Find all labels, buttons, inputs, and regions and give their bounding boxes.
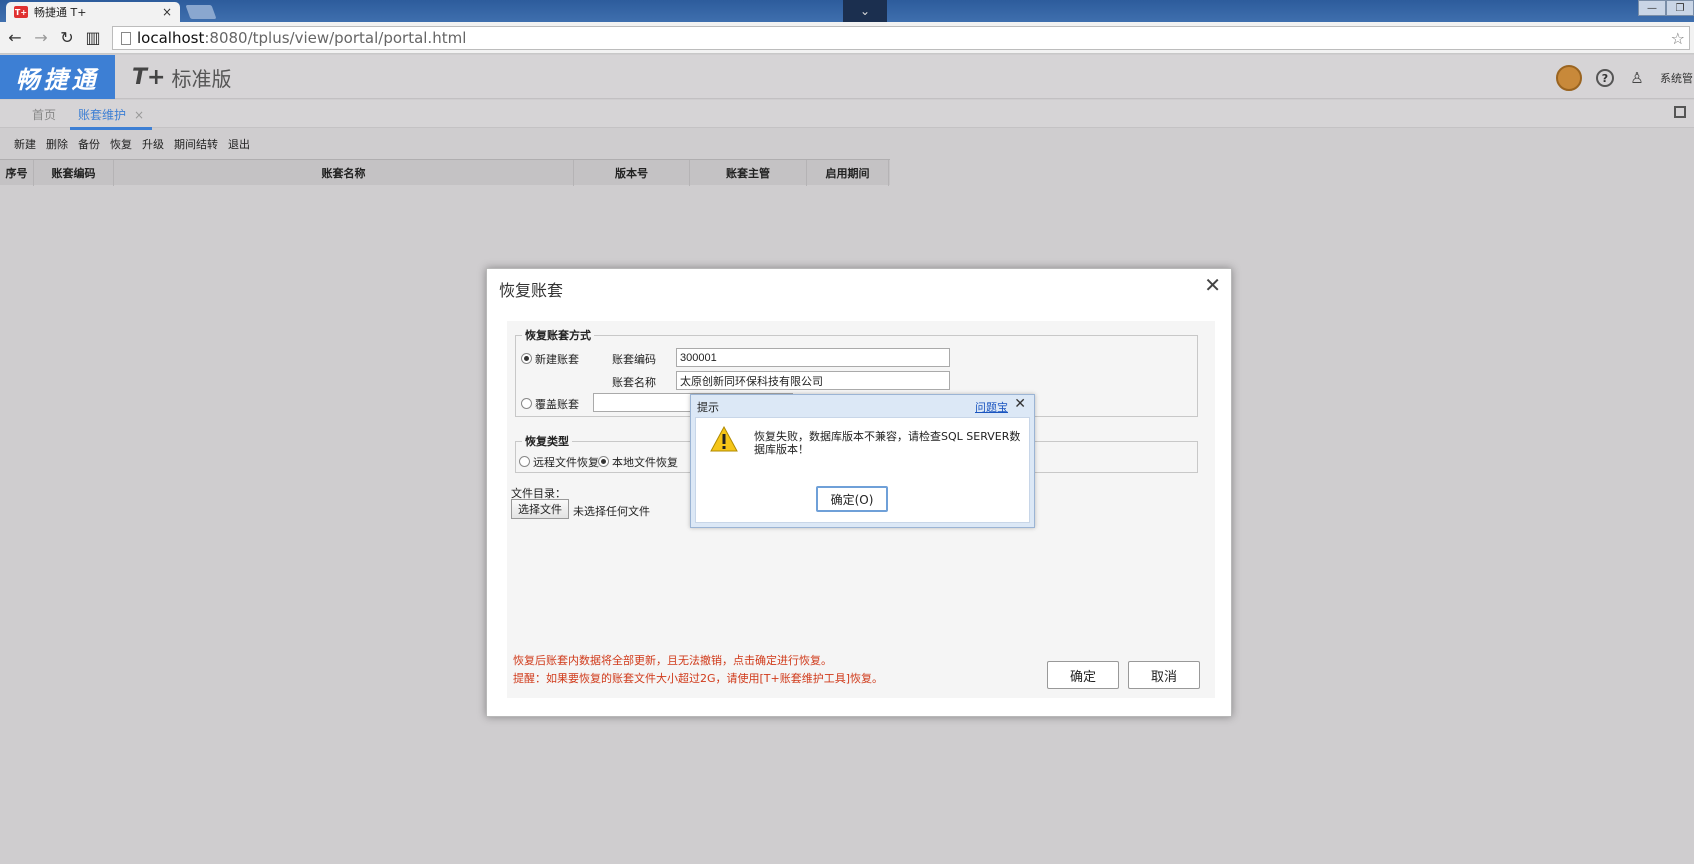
- remote-restore-label: 远程文件恢复: [533, 456, 599, 469]
- upgrade-button[interactable]: 升级: [142, 136, 164, 152]
- alert-help-link[interactable]: 问题宝: [975, 399, 1008, 415]
- dialog-title: 恢复账套: [499, 281, 564, 300]
- restore-mode-title: 恢复账套方式: [525, 329, 591, 342]
- size-reminder-note: 提醒：如果要恢复的账套文件大小超过2G，请使用[T+账套维护工具]恢复。: [513, 672, 884, 685]
- restore-warning-note: 恢复后账套内数据将全部更新，且无法撤销，点击确定进行恢复。: [513, 654, 832, 667]
- brand-logo: 畅捷通: [0, 55, 115, 99]
- alert-close-icon[interactable]: ✕: [1014, 396, 1026, 412]
- radio-selected-icon: [598, 456, 609, 467]
- url-path: :8080/tplus/view/portal/portal.html: [204, 29, 467, 47]
- user-icon[interactable]: ♙: [1628, 69, 1646, 87]
- column-header-name[interactable]: 账套名称: [114, 160, 574, 186]
- app-favicon-icon: T+: [14, 6, 28, 18]
- period-carryover-button[interactable]: 期间结转: [174, 136, 218, 152]
- reload-icon[interactable]: ↻: [56, 28, 78, 47]
- restore-type-title: 恢复类型: [525, 435, 569, 448]
- header-actions: ? ♙ 系统管: [1556, 65, 1694, 91]
- local-restore-label: 本地文件恢复: [612, 456, 678, 469]
- url-host: localhost: [137, 29, 205, 47]
- dialog-ok-button[interactable]: 确定: [1047, 661, 1119, 689]
- radio-selected-icon: [521, 353, 532, 364]
- alert-body: 恢复失败，数据库版本不兼容，请检查SQL SERVER数据库版本！ 确定(O): [695, 417, 1030, 523]
- bookmark-star-icon[interactable]: ☆: [1671, 29, 1685, 48]
- radio-remote-restore[interactable]: 远程文件恢复: [519, 454, 599, 470]
- radio-unselected-icon: [521, 398, 532, 409]
- radio-new-account[interactable]: 新建账套: [521, 351, 579, 367]
- back-arrow-icon[interactable]: ←: [4, 28, 26, 47]
- restore-icon[interactable]: ❐: [1666, 0, 1694, 16]
- fullscreen-icon[interactable]: [1674, 106, 1686, 118]
- tab-account-maintenance[interactable]: 账套维护 ×: [70, 106, 153, 130]
- tab-close-icon[interactable]: ×: [134, 108, 144, 122]
- alert-ok-button[interactable]: 确定(O): [816, 486, 888, 512]
- backup-button[interactable]: 备份: [78, 136, 100, 152]
- window-controls: — ❐: [1638, 0, 1694, 18]
- edition-name: 标准版: [171, 67, 232, 91]
- trash-icon[interactable]: ▥: [82, 28, 104, 47]
- name-label: 账套名称: [612, 376, 656, 389]
- chevron-down-icon[interactable]: ⌄: [843, 0, 887, 22]
- column-header-manager[interactable]: 账套主管: [690, 160, 807, 186]
- tab-home[interactable]: 首页: [32, 106, 56, 123]
- dialog-cancel-button[interactable]: 取消: [1128, 661, 1200, 689]
- radio-overwrite-account[interactable]: 覆盖账套: [521, 396, 579, 412]
- radio-unselected-icon: [519, 456, 530, 467]
- toolbar: 新建 删除 备份 恢复 升级 期间结转 退出: [0, 132, 1694, 156]
- tab-label: 账套维护: [78, 108, 127, 122]
- choose-file-button[interactable]: 选择文件: [511, 499, 569, 519]
- no-file-text: 未选择任何文件: [573, 505, 650, 518]
- delete-button[interactable]: 删除: [46, 136, 68, 152]
- alert-title: 提示: [697, 401, 719, 414]
- address-bar: ← → ↻ ▥ localhost:8080/tplus/view/portal…: [0, 22, 1694, 54]
- app-header: 畅捷通 T+ 标准版 ? ♙ 系统管: [0, 55, 1694, 99]
- page-icon: [121, 31, 131, 45]
- new-tab-button[interactable]: [185, 5, 217, 19]
- warning-icon: [710, 426, 738, 452]
- edition-mark: T+: [132, 65, 166, 90]
- exit-button[interactable]: 退出: [228, 136, 250, 152]
- browser-tab-title: 畅捷通 T+: [34, 6, 87, 19]
- column-header-start-period[interactable]: 启用期间: [807, 160, 889, 186]
- radio-overwrite-label: 覆盖账套: [535, 398, 579, 411]
- new-button[interactable]: 新建: [14, 136, 36, 152]
- forward-arrow-icon[interactable]: →: [30, 28, 52, 47]
- browser-tab[interactable]: T+ 畅捷通 T+ ×: [6, 2, 180, 22]
- name-field[interactable]: [676, 371, 950, 390]
- code-field[interactable]: [676, 348, 950, 367]
- column-header-code[interactable]: 账套编码: [34, 160, 114, 186]
- radio-new-label: 新建账套: [535, 353, 579, 366]
- user-name[interactable]: 系统管: [1660, 70, 1694, 86]
- alert-message: 恢复失败，数据库版本不兼容，请检查SQL SERVER数据库版本！: [754, 430, 1021, 456]
- browser-tab-strip: T+ 畅捷通 T+ × ⌄ — ❐: [0, 0, 1694, 22]
- restore-button[interactable]: 恢复: [110, 136, 132, 152]
- alert-popup: 提示 问题宝 ✕ 恢复失败，数据库版本不兼容，请检查SQL SERVER数据库版…: [690, 394, 1035, 528]
- url-input[interactable]: localhost:8080/tplus/view/portal/portal.…: [112, 26, 1690, 50]
- page-tabs: 首页 账套维护 ×: [0, 100, 1694, 130]
- edition-label: T+ 标准版: [132, 63, 231, 92]
- minimize-icon[interactable]: —: [1638, 0, 1666, 16]
- help-icon[interactable]: ?: [1596, 69, 1614, 87]
- monkey-avatar-icon[interactable]: [1556, 65, 1582, 91]
- grid-header: 序号 账套编码 账套名称 版本号 账套主管 启用期间: [0, 159, 890, 186]
- browser-tab-close-icon[interactable]: ×: [162, 5, 172, 19]
- column-header-index[interactable]: 序号: [0, 160, 34, 186]
- dialog-close-icon[interactable]: ✕: [1204, 273, 1221, 297]
- column-header-version[interactable]: 版本号: [574, 160, 690, 186]
- code-label: 账套编码: [612, 353, 656, 366]
- radio-local-restore[interactable]: 本地文件恢复: [598, 454, 678, 470]
